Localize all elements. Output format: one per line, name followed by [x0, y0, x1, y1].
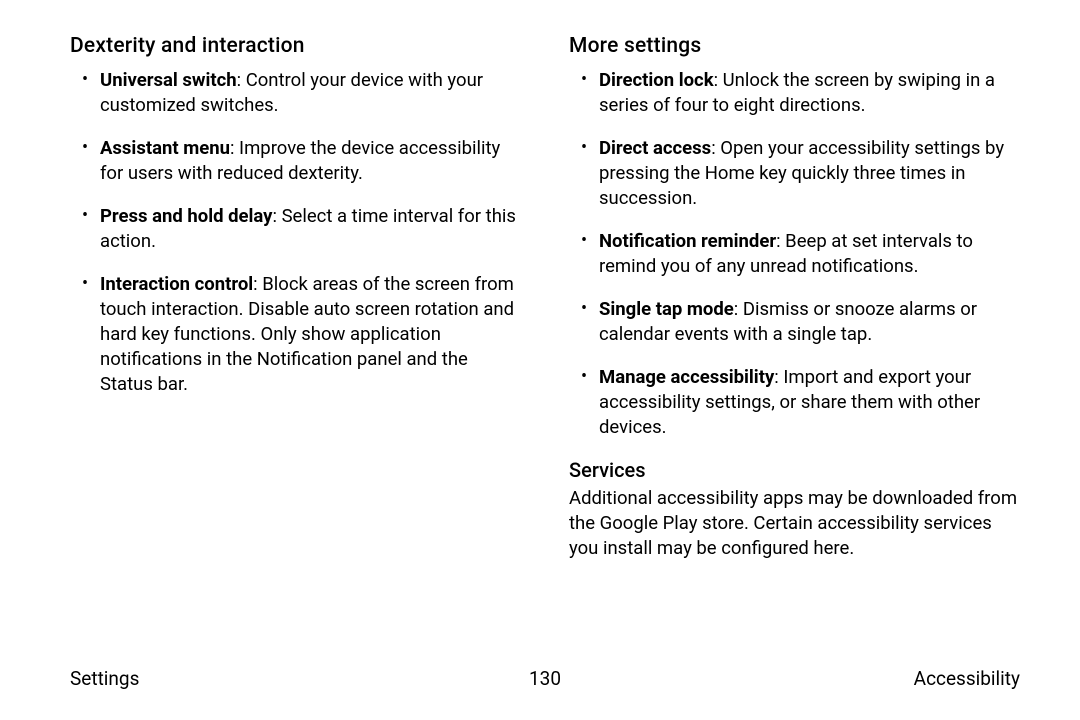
item-term: Universal switch [100, 69, 237, 91]
list-item: Universal switch: Control your device wi… [70, 68, 521, 118]
more-settings-list: Direction lock: Unlock the screen by swi… [569, 68, 1020, 440]
list-item: Direction lock: Unlock the screen by swi… [569, 68, 1020, 118]
list-item: Manage accessibility: Import and export … [569, 365, 1020, 440]
list-item: Single tap mode: Dismiss or snooze alarm… [569, 297, 1020, 347]
services-body: Additional accessibility apps may be dow… [569, 486, 1020, 561]
item-term: Direction lock [599, 69, 714, 91]
item-term: Notification reminder [599, 230, 776, 252]
item-term: Interaction control [100, 273, 253, 295]
left-column: Dexterity and interaction Universal swit… [70, 34, 521, 640]
services-heading: Services [569, 458, 1020, 482]
list-item: Assistant menu: Improve the device acces… [70, 136, 521, 186]
list-item: Interaction control: Block areas of the … [70, 272, 521, 397]
footer-page-number: 130 [70, 667, 1020, 690]
item-term: Direct access [599, 137, 711, 159]
list-item: Notification reminder: Beep at set inter… [569, 229, 1020, 279]
footer-chapter-label: Accessibility [914, 667, 1020, 690]
more-settings-heading: More settings [569, 34, 1020, 58]
page-footer: Settings 130 Accessibility [70, 667, 1020, 690]
right-column: More settings Direction lock: Unlock the… [569, 34, 1020, 640]
item-term: Assistant menu [100, 137, 230, 159]
page-content: Dexterity and interaction Universal swit… [0, 0, 1080, 640]
footer-section-label: Settings [70, 667, 139, 690]
item-term: Press and hold delay [100, 205, 273, 227]
dexterity-heading: Dexterity and interaction [70, 34, 521, 58]
dexterity-list: Universal switch: Control your device wi… [70, 68, 521, 397]
item-term: Manage accessibility [599, 366, 774, 388]
list-item: Direct access: Open your accessibility s… [569, 136, 1020, 211]
item-term: Single tap mode [599, 298, 734, 320]
list-item: Press and hold delay: Select a time inte… [70, 204, 521, 254]
